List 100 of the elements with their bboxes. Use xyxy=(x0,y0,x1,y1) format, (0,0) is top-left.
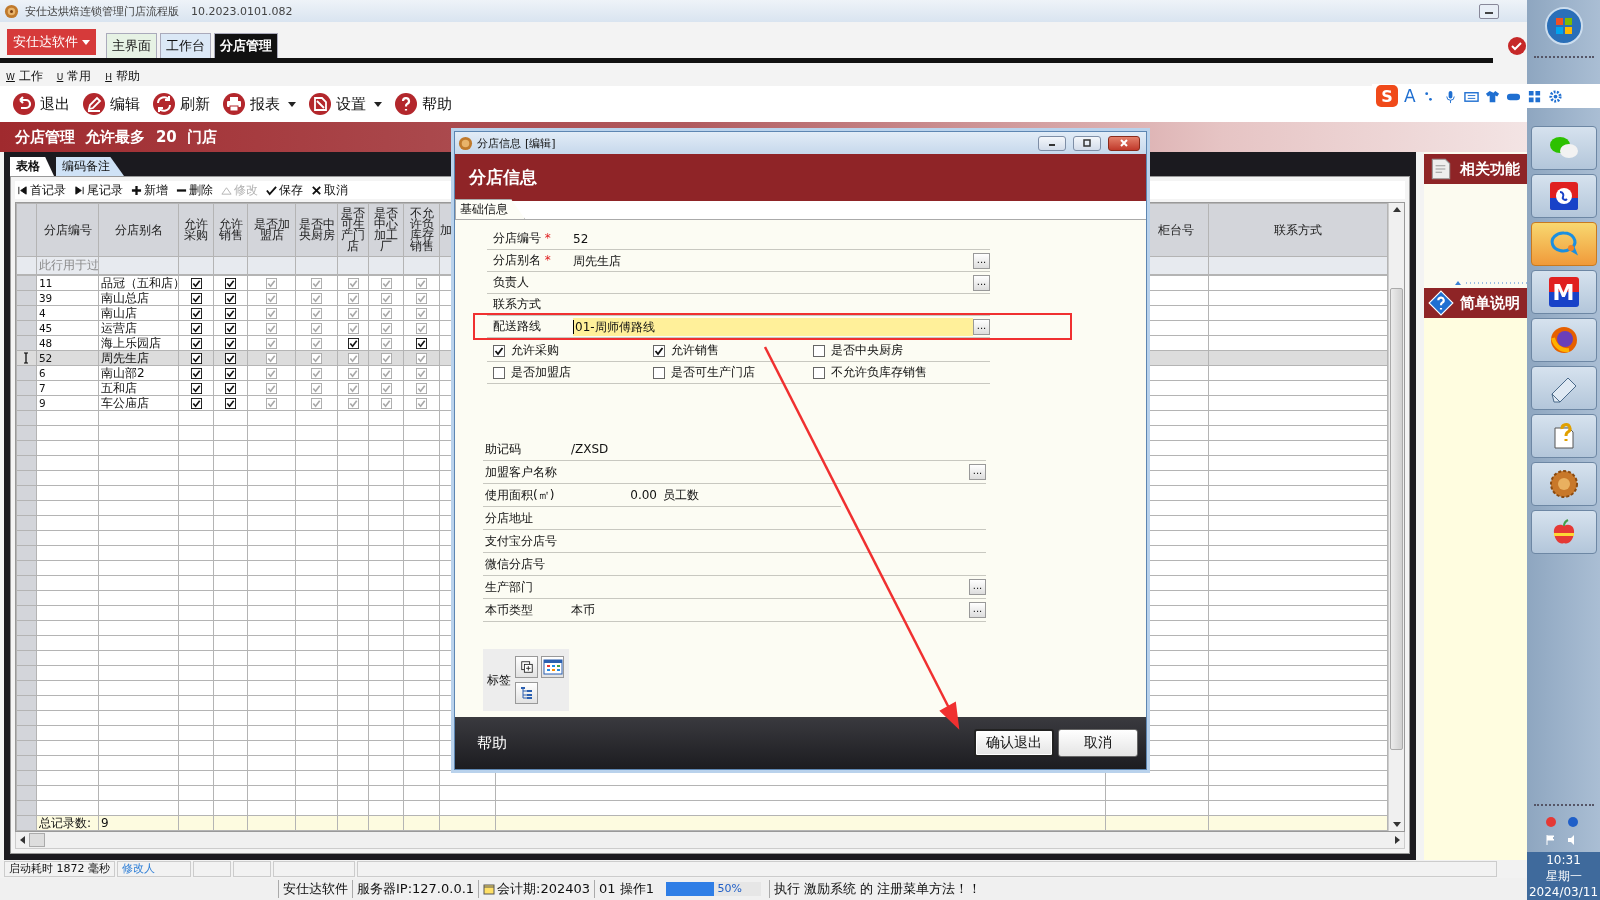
app-tile[interactable] xyxy=(1530,222,1597,266)
checkbox[interactable] xyxy=(416,323,427,334)
minimize-button[interactable] xyxy=(1038,135,1066,151)
column-header[interactable]: 不允许负库存销售 xyxy=(403,203,440,257)
scroll-thumb[interactable] xyxy=(1390,288,1403,750)
menu-item[interactable]: U 常用 xyxy=(56,67,92,85)
checkbox[interactable] xyxy=(266,308,277,319)
lookup-button[interactable]: ... xyxy=(973,318,990,335)
checkbox[interactable] xyxy=(380,353,392,364)
checkbox[interactable] xyxy=(190,398,202,409)
column-header[interactable]: 允许采购 xyxy=(178,203,214,257)
start-orb-icon[interactable] xyxy=(1543,6,1584,46)
scroll-right-icon[interactable] xyxy=(1395,836,1400,844)
checkbox[interactable] xyxy=(416,278,427,289)
input-method-icon[interactable] xyxy=(1544,816,1557,828)
tab[interactable]: 基础信息 xyxy=(455,199,525,219)
minimize-button[interactable] xyxy=(1479,3,1499,19)
input-field[interactable]: 周先生店 xyxy=(573,251,973,270)
input-field[interactable]: 0.00 xyxy=(571,488,657,502)
checkbox[interactable] xyxy=(190,338,202,349)
app-tile[interactable] xyxy=(1530,414,1597,458)
panel-header[interactable]: 相关功能 xyxy=(1424,154,1527,184)
checkbox[interactable] xyxy=(266,293,277,304)
lookup-button[interactable]: ... xyxy=(969,464,986,480)
checkbox[interactable] xyxy=(225,383,236,394)
checkbox[interactable] xyxy=(225,323,236,334)
tab[interactable]: 工作台 xyxy=(160,33,212,58)
checkbox[interactable] xyxy=(266,368,277,379)
checkbox[interactable] xyxy=(347,278,359,289)
toolbar-button[interactable]: 刷新 xyxy=(152,92,210,116)
toolbar-button[interactable]: 报表 xyxy=(222,92,296,116)
checkbox[interactable] xyxy=(416,293,427,304)
checkbox[interactable] xyxy=(225,398,236,409)
checkbox[interactable] xyxy=(266,278,277,289)
checkbox[interactable] xyxy=(311,308,322,319)
app-tile[interactable] xyxy=(1530,510,1597,554)
checkbox[interactable] xyxy=(380,383,392,394)
checkbox[interactable] xyxy=(311,323,322,334)
app-tile[interactable] xyxy=(1530,126,1597,170)
checkbox[interactable] xyxy=(416,353,427,364)
column-header[interactable]: 是否可生产门店 xyxy=(337,203,369,257)
checkbox[interactable] xyxy=(190,293,202,304)
tab[interactable]: 主界面 xyxy=(106,33,158,58)
checkbox[interactable] xyxy=(416,308,427,319)
checkbox[interactable] xyxy=(380,368,392,379)
scroll-down-icon[interactable] xyxy=(1392,822,1401,827)
checkbox[interactable] xyxy=(311,353,322,364)
menu-item[interactable]: H 帮助 xyxy=(105,67,140,85)
column-header[interactable]: 允许销售 xyxy=(213,203,248,257)
column-header[interactable]: 分店编号 xyxy=(36,203,99,257)
app-tile[interactable] xyxy=(1530,318,1597,362)
checkbox[interactable] xyxy=(380,338,392,349)
help-icon[interactable] xyxy=(1566,816,1579,828)
checkbox[interactable] xyxy=(347,293,359,304)
checkbox[interactable] xyxy=(190,323,202,334)
grid-toolbar-button[interactable]: 取消 xyxy=(311,181,348,199)
toolbar-button[interactable]: 编辑 xyxy=(82,92,140,116)
confirm-button[interactable]: 确认退出 xyxy=(974,729,1054,757)
tree-view-button[interactable] xyxy=(515,682,538,704)
caret-icon[interactable] xyxy=(288,101,296,107)
checkbox[interactable] xyxy=(493,344,505,357)
horizontal-scrollbar[interactable] xyxy=(15,832,1405,849)
grid-toolbar-button[interactable]: 保存 xyxy=(266,181,303,199)
input-field[interactable]: 52 xyxy=(573,229,990,248)
ime-mode-button[interactable]: A xyxy=(1404,86,1416,106)
lookup-button[interactable]: ... xyxy=(969,579,986,595)
checkbox[interactable] xyxy=(266,383,277,394)
maximize-button[interactable] xyxy=(1073,135,1101,151)
grid-icon[interactable] xyxy=(1526,88,1542,104)
lookup-button[interactable]: ... xyxy=(973,274,990,291)
panel-header[interactable]: 简单说明 xyxy=(1424,288,1527,318)
checkbox[interactable] xyxy=(190,353,202,364)
checkbox[interactable] xyxy=(225,308,236,319)
column-header[interactable]: 分店别名 xyxy=(98,203,179,257)
scroll-thumb[interactable] xyxy=(29,833,45,847)
status-link[interactable]: 修改人 xyxy=(117,861,191,877)
checkbox[interactable] xyxy=(311,338,322,349)
checkbox[interactable] xyxy=(190,383,202,394)
checkbox[interactable] xyxy=(416,398,427,409)
checkbox[interactable] xyxy=(380,278,392,289)
checkbox[interactable] xyxy=(311,368,322,379)
checkbox[interactable] xyxy=(380,308,392,319)
grid-toolbar-button[interactable]: 删除 xyxy=(176,181,213,199)
checkbox[interactable] xyxy=(380,398,392,409)
checkbox[interactable] xyxy=(190,278,202,289)
checkbox[interactable] xyxy=(493,366,505,379)
checkbox[interactable] xyxy=(347,338,359,349)
app-tile[interactable] xyxy=(1530,462,1597,506)
cancel-button[interactable]: 取消 xyxy=(1058,729,1138,757)
checkbox[interactable] xyxy=(347,368,359,379)
checkbox[interactable] xyxy=(266,323,277,334)
copy-button[interactable] xyxy=(515,656,538,678)
checkbox[interactable] xyxy=(225,278,236,289)
shirt-icon[interactable] xyxy=(1484,88,1500,104)
settings-icon[interactable] xyxy=(1547,88,1563,104)
checkbox[interactable] xyxy=(653,344,665,357)
checkbox[interactable] xyxy=(311,398,322,409)
checkbox[interactable] xyxy=(266,338,277,349)
tab[interactable]: 分店管理 xyxy=(214,33,279,58)
app-menu-button[interactable]: 安仕达软件 xyxy=(7,29,97,55)
